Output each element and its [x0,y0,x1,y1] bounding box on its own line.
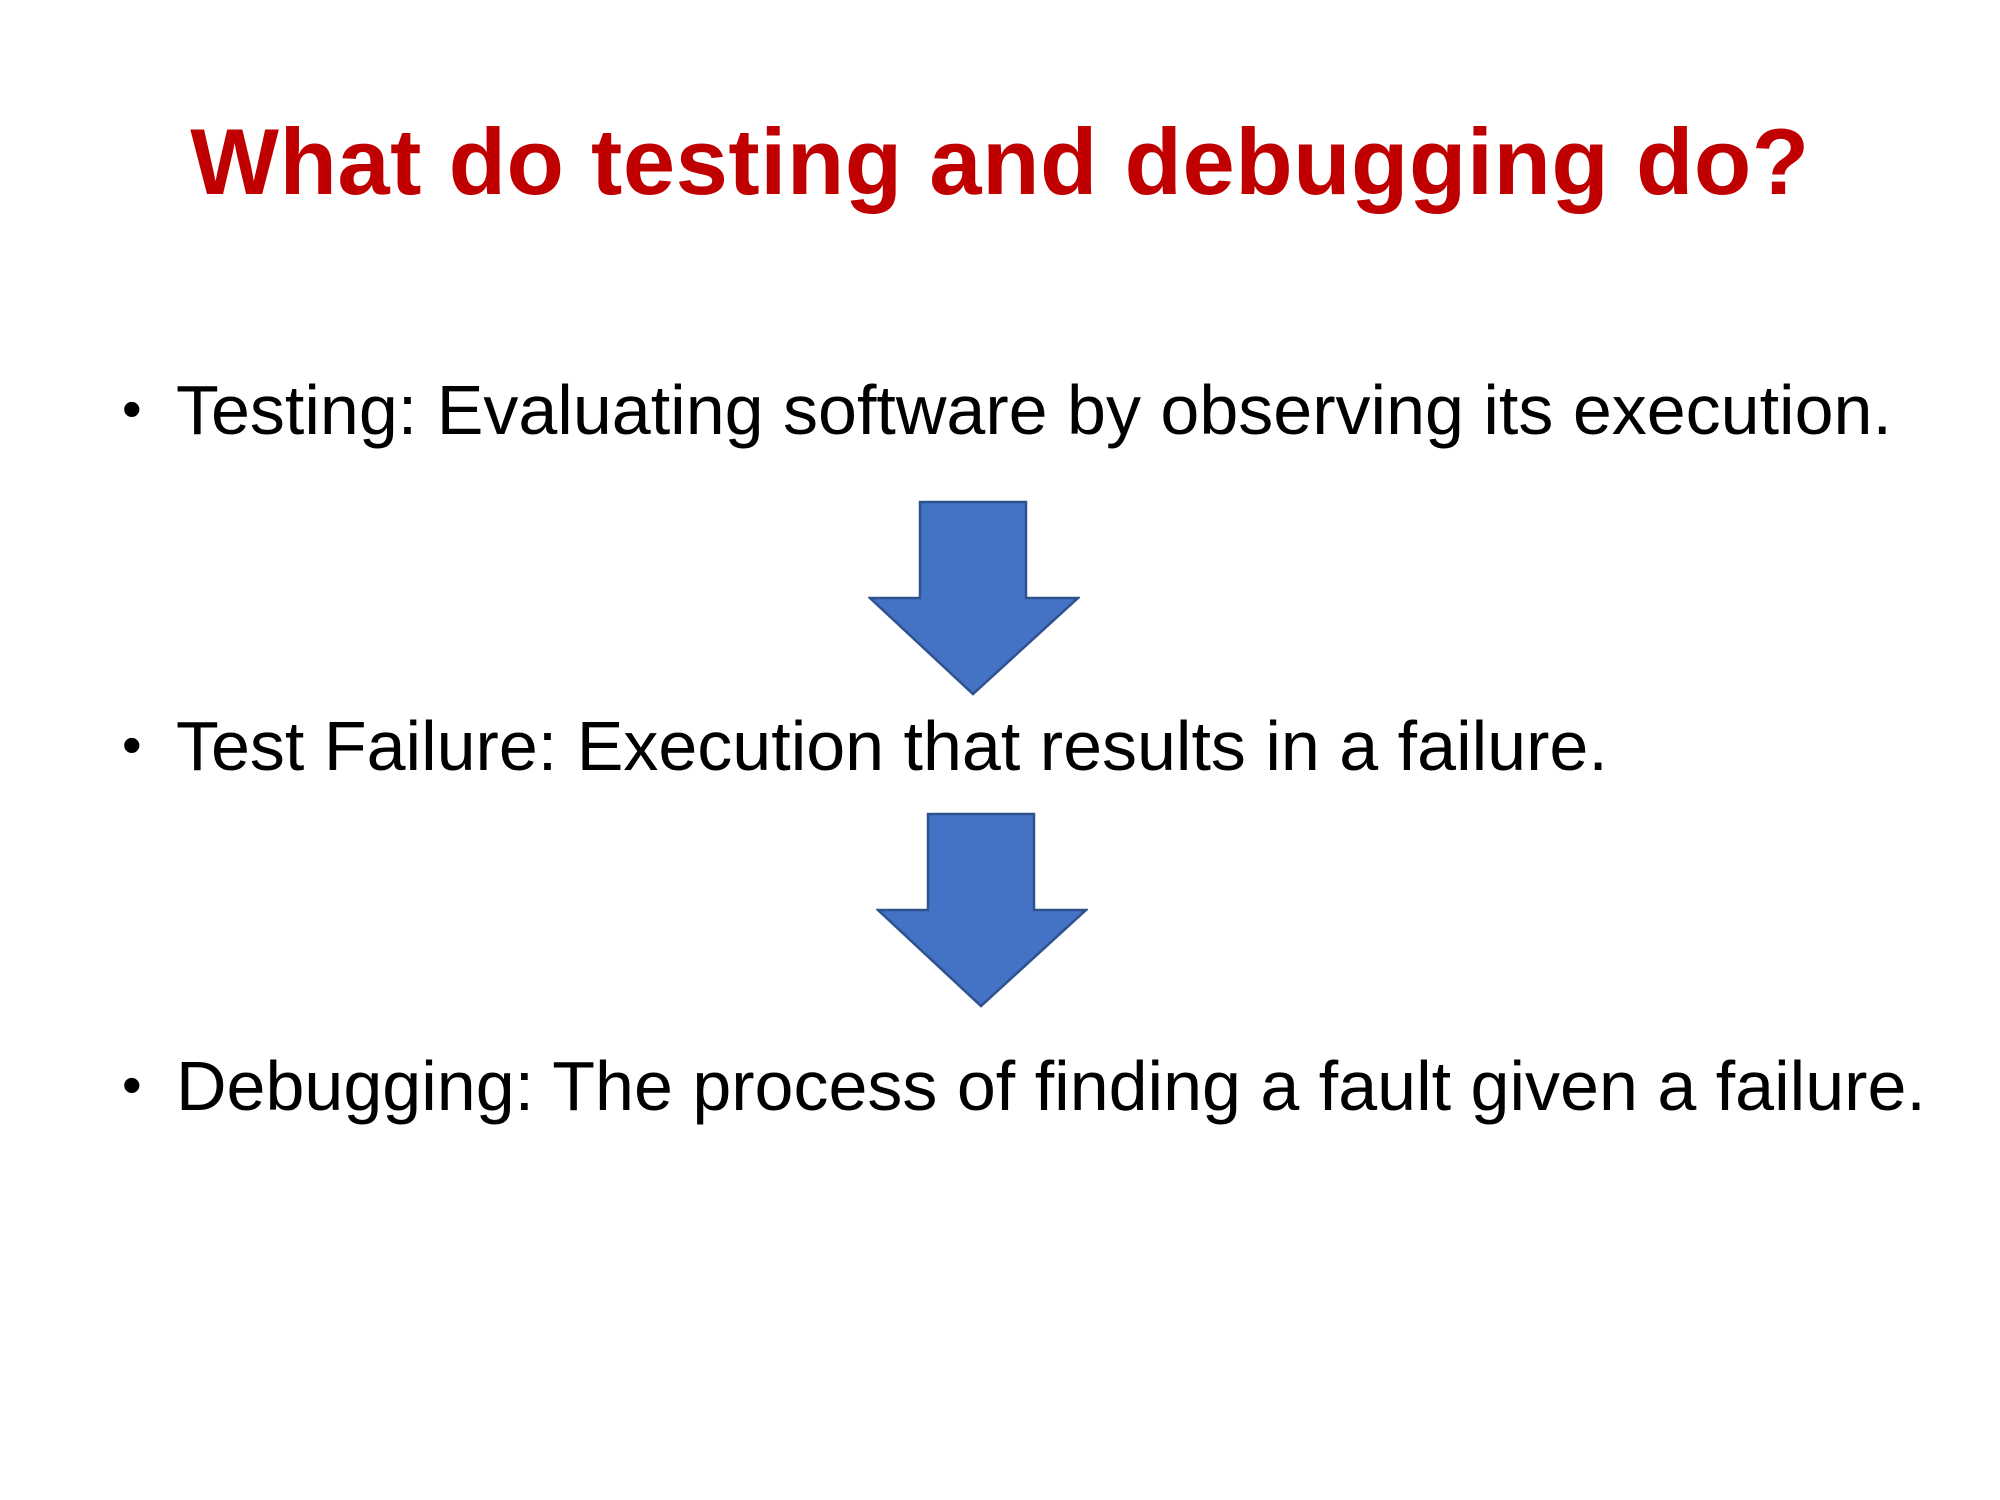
bullet-point-icon: • [122,713,142,776]
bullet-debugging: • Debugging: The process of finding a fau… [122,1048,1926,1125]
down-arrow-icon [868,500,1080,696]
bullet-text: Testing: Evaluating software by observin… [176,371,1892,449]
bullet-test-failure: • Test Failure: Execution that results in… [122,708,1608,785]
slide: What do testing and debugging do? • Testi… [0,0,2000,1500]
bullet-point-icon: • [122,377,142,440]
bullet-point-icon: • [122,1053,142,1116]
bullet-text: Test Failure: Execution that results in … [176,707,1608,785]
slide-title: What do testing and debugging do? [190,109,1810,214]
bullet-text: Debugging: The process of finding a faul… [176,1047,1926,1125]
down-arrow-icon [876,812,1088,1008]
bullet-testing: • Testing: Evaluating software by observi… [122,372,1892,449]
